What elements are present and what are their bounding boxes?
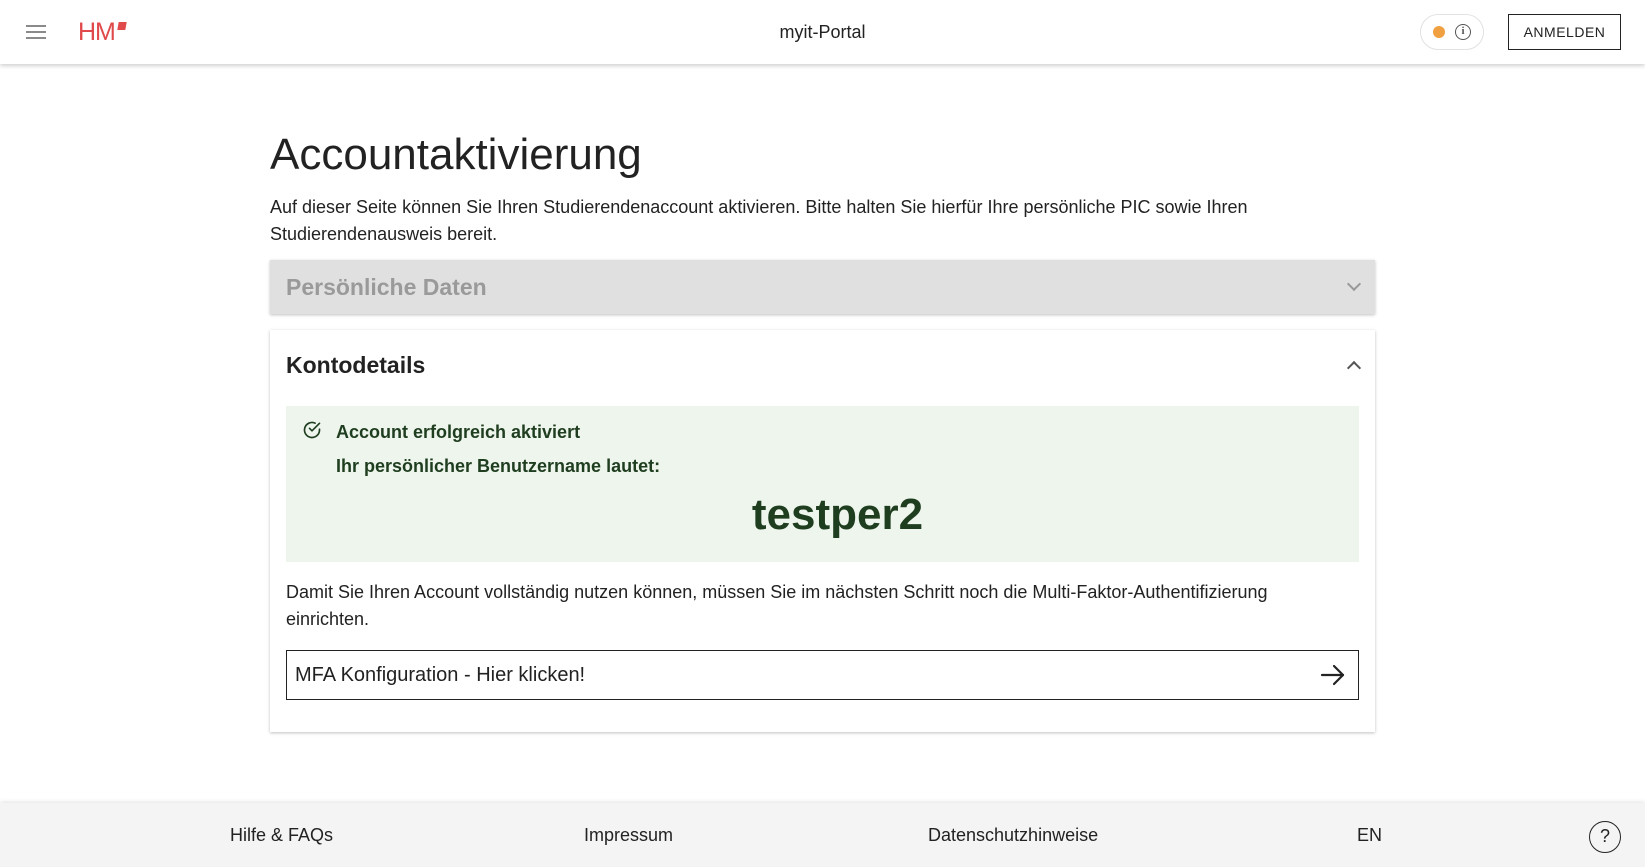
- accordion-account-details: Kontodetails Account erfolgreich aktivie…: [270, 330, 1375, 732]
- success-alert: Account erfolgreich aktiviert Ihr persön…: [286, 406, 1359, 562]
- footer: Hilfe & FAQs Impressum Datenschutzhinwei…: [0, 803, 1645, 867]
- login-button[interactable]: ANMELDEN: [1508, 14, 1621, 50]
- success-title: Account erfolgreich aktiviert: [336, 422, 581, 442]
- info-icon: i: [1455, 24, 1471, 40]
- accordion-account-details-title: Kontodetails: [286, 351, 426, 378]
- username-value: testper2: [751, 490, 924, 539]
- accordion-account-details-header[interactable]: Kontodetails: [286, 330, 1362, 400]
- mfa-link-label: MFA Konfiguration - Hier klicken!: [295, 663, 586, 686]
- intro-text: Auf dieser Seite können Sie Ihren Studie…: [270, 197, 1248, 244]
- mfa-configuration-link[interactable]: MFA Konfiguration - Hier klicken!: [286, 650, 1359, 700]
- chevron-down-icon: [1346, 276, 1362, 292]
- mfa-note: Damit Sie Ihren Account vollständig nutz…: [286, 582, 1268, 629]
- footer-link-privacy[interactable]: Datenschutzhinweise: [928, 825, 1098, 846]
- help-icon[interactable]: ?: [1589, 821, 1621, 853]
- status-dot-icon: [1433, 26, 1445, 38]
- status-indicator[interactable]: i: [1420, 14, 1484, 50]
- footer-link-language[interactable]: EN: [1357, 825, 1382, 846]
- accordion-personal-data[interactable]: Persönliche Daten: [270, 260, 1375, 314]
- main-content: Accountaktivierung Auf dieser Seite könn…: [270, 64, 1375, 732]
- footer-link-help[interactable]: Hilfe & FAQs: [230, 825, 333, 846]
- accordion-personal-data-title: Persönliche Daten: [286, 273, 487, 300]
- chevron-up-icon: [1346, 360, 1362, 376]
- arrow-right-icon: [1320, 664, 1345, 686]
- top-bar: HM myit-Portal i ANMELDEN: [0, 0, 1645, 64]
- check-circle-icon: [303, 421, 321, 439]
- username-label: Ihr persönlicher Benutzername lautet:: [336, 456, 661, 476]
- page-title: Accountaktivierung: [270, 130, 642, 179]
- app-title: myit-Portal: [779, 22, 866, 42]
- footer-link-imprint[interactable]: Impressum: [584, 825, 673, 846]
